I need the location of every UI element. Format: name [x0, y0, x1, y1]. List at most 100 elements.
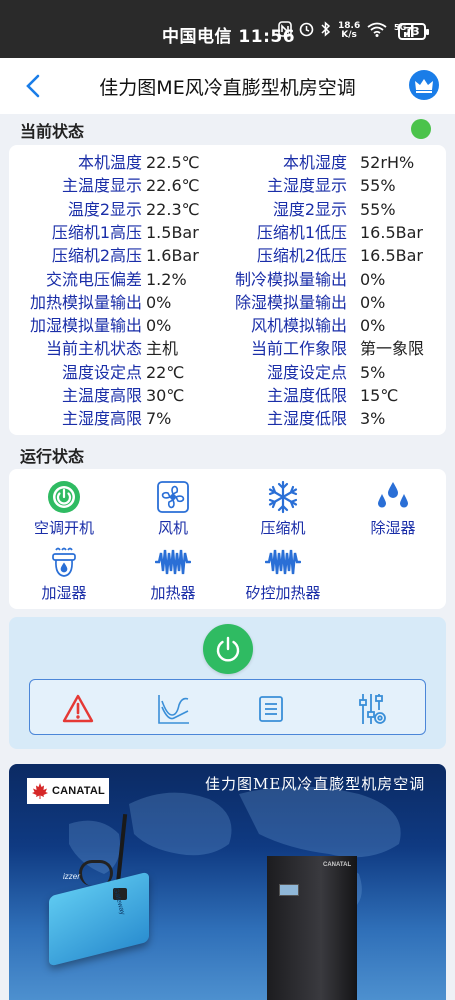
run-status-card: 空调开机 风机 压缩机 除湿器 加湿器 加热器 矽控加热器 — [9, 469, 446, 609]
alarm-clock-icon — [299, 21, 314, 41]
status-row: 温度2显示 22.3℃ 湿度2显示 55% — [9, 198, 446, 221]
status-row: 压缩机1高压 1.5Bar 压缩机1低压 16.5Bar — [9, 221, 446, 244]
status-value: 22.3℃ — [146, 199, 200, 219]
status-value: 1.6Bar — [146, 246, 199, 266]
status-label: 加热模拟量输出 — [29, 292, 142, 312]
crown-icon — [415, 79, 433, 93]
run-status-title: 运行状态 — [20, 447, 85, 466]
net-speed: 18.6 K/s — [338, 21, 361, 40]
run-item-fan: 风机 — [123, 479, 223, 538]
status-label: 制冷模拟量输出 — [234, 269, 347, 289]
power-button[interactable] — [203, 624, 253, 674]
run-item-label: 风机 — [157, 519, 188, 537]
status-value: 22.6℃ — [146, 176, 200, 196]
banner-title: 佳力图ME风冷直膨型机房空调 — [205, 775, 426, 793]
carrier-time: 中国电信 11:56 — [162, 27, 296, 47]
alarm-icon — [62, 694, 94, 723]
records-button[interactable] — [254, 692, 288, 726]
run-item-label: 加湿器 — [41, 584, 87, 602]
power-on-icon — [14, 479, 114, 515]
status-label: 主温度高限 — [61, 386, 142, 405]
heater-wave-icon — [123, 544, 223, 580]
status-value: 16.5Bar — [360, 246, 423, 266]
settings-sliders-icon — [359, 694, 386, 724]
status-label: 压缩机1高压 — [51, 222, 142, 242]
scr-heater-wave-icon — [233, 544, 333, 580]
run-item-humidifier: 加湿器 — [14, 544, 114, 603]
ac-unit-brand: CANATAL — [323, 862, 352, 868]
status-value: 55% — [360, 199, 396, 219]
status-row: 加湿模拟量输出 0% 风机模拟输出 0% — [9, 314, 446, 337]
status-label: 主温度显示 — [61, 176, 142, 196]
status-row: 压缩机2高压 1.6Bar 压缩机2低压 16.5Bar — [9, 244, 446, 267]
run-item-label: 压缩机 — [260, 519, 306, 537]
status-label: 本机温度 — [77, 153, 142, 172]
ac-unit-screen — [279, 884, 299, 896]
status-label: 湿度设定点 — [266, 362, 347, 382]
status-label: 当前主机状态 — [45, 339, 142, 359]
run-item-ac-on: 空调开机 — [14, 479, 114, 538]
run-item-dehumidifier: 除湿器 — [343, 479, 443, 538]
run-item-label: 空调开机 — [33, 519, 94, 537]
status-value: 15℃ — [360, 386, 399, 405]
bluetooth-icon — [321, 21, 331, 41]
status-value: 0% — [360, 292, 386, 312]
status-row: 主湿度高限 7% 主湿度低限 3% — [9, 407, 446, 430]
run-item-scr-heater: 矽控加热器 — [233, 544, 333, 603]
status-value: 22℃ — [146, 362, 185, 382]
status-value: 1.5Bar — [146, 222, 199, 242]
vip-button[interactable] — [409, 70, 439, 100]
status-value: 5% — [360, 362, 386, 382]
status-label: 主湿度高限 — [61, 409, 142, 429]
battery-indicator: 73 — [398, 23, 429, 40]
status-label: 压缩机2高压 — [51, 246, 142, 266]
status-row: 交流电压偏差 1.2% 制冷模拟量输出 0% — [9, 268, 446, 291]
canatal-logo: CANATAL — [27, 778, 109, 804]
status-value: 1.2% — [146, 269, 187, 289]
humidifier-icon — [14, 544, 114, 580]
settings-button[interactable] — [356, 692, 390, 726]
status-value: 0% — [146, 292, 172, 312]
status-label: 加湿模拟量输出 — [29, 316, 142, 336]
status-label: 除湿模拟量输出 — [234, 292, 347, 312]
status-label: 主湿度低限 — [266, 409, 347, 429]
product-banner: CANATAL 佳力图ME风冷直膨型机房空调 izzer Gateway CAN… — [9, 764, 446, 1000]
status-value: 30℃ — [146, 386, 185, 405]
run-item-label: 矽控加热器 — [245, 584, 321, 602]
power-icon — [216, 636, 240, 662]
status-label: 压缩机1低压 — [256, 222, 347, 242]
ac-unit-image: CANATAL — [267, 856, 357, 1000]
page-title: 佳力图ME风冷直膨型机房空调 — [99, 77, 356, 99]
status-row: 加热模拟量输出 0% 除湿模拟量输出 0% — [9, 291, 446, 314]
status-label: 主温度低限 — [266, 386, 347, 405]
status-value: 主机 — [146, 339, 179, 359]
trend-button[interactable] — [157, 692, 191, 726]
status-value: 16.5Bar — [360, 222, 423, 242]
status-label: 温度设定点 — [61, 362, 142, 382]
back-button[interactable] — [22, 72, 46, 100]
status-value: 0% — [360, 269, 386, 289]
list-icon — [259, 696, 283, 722]
status-label: 温度2显示 — [67, 199, 142, 219]
status-row: 主温度高限 30℃ 主温度低限 15℃ — [9, 384, 446, 407]
status-value: 0% — [360, 316, 386, 336]
current-status-card: 本机温度 22.5℃ 本机湿度 52rH% 主温度显示 22.6℃ 主湿度显示 55% 温度2显… — [9, 145, 446, 435]
status-label: 交流电压偏差 — [45, 269, 142, 289]
chevron-left-icon — [26, 74, 40, 98]
wifi-icon — [367, 22, 387, 41]
status-label: 主湿度显示 — [266, 176, 347, 196]
status-row: 当前主机状态 主机 当前工作象限 第一象限 — [9, 337, 446, 360]
nfc-icon — [278, 21, 292, 41]
run-item-heater: 加热器 — [123, 544, 223, 603]
status-value: 第一象限 — [360, 339, 425, 359]
fan-icon — [123, 479, 223, 515]
status-icons: 18.6 K/s 5G — [278, 21, 416, 41]
gateway-label: izzer — [63, 872, 80, 881]
online-status-indicator — [411, 119, 431, 139]
maple-leaf-icon — [32, 783, 48, 799]
alarm-button[interactable] — [61, 692, 95, 726]
status-value: 0% — [146, 316, 172, 336]
status-label: 风机模拟输出 — [250, 316, 347, 336]
control-panel — [9, 617, 446, 749]
run-item-label: 除湿器 — [370, 519, 416, 537]
